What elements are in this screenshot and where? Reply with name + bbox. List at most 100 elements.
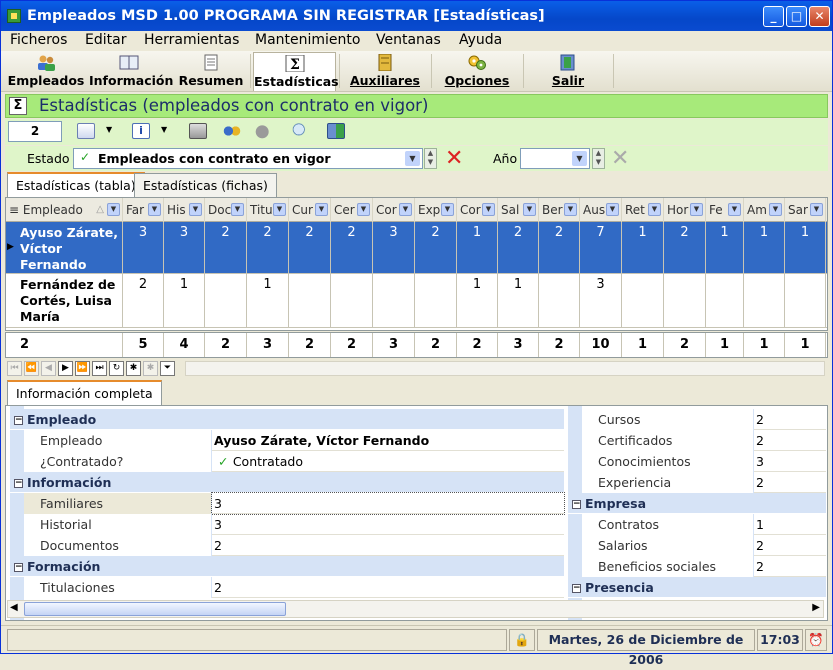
column-header[interactable]: Fe ▼ xyxy=(706,198,744,222)
property-row[interactable]: Experiencia 2 xyxy=(582,472,826,493)
property-row[interactable]: Salarios 2 xyxy=(582,535,826,556)
property-row[interactable]: Empleado Ayuso Zárate, Víctor Fernando xyxy=(24,430,564,451)
property-row[interactable]: Familiares 3 xyxy=(24,492,565,515)
chevron-down-icon[interactable]: ▼ xyxy=(273,203,286,216)
prev-page-icon[interactable]: ⏪ xyxy=(24,361,39,376)
table-cell[interactable]: 3 xyxy=(164,222,205,273)
table-cell[interactable]: 1 xyxy=(622,222,664,273)
property-category[interactable]: − Empleado xyxy=(10,409,564,430)
property-value-cell[interactable]: 2 xyxy=(754,556,826,577)
table-row[interactable]: ▶ Ayuso Zárate, Víctor Fernando 3 3 2 2 2 2 3 2 1 2… xyxy=(6,222,827,274)
chevron-down-icon[interactable]: ▼ xyxy=(399,203,412,216)
cell-empleado[interactable]: Ayuso Zárate, Víctor Fernando xyxy=(17,222,123,273)
chevron-down-icon[interactable]: ▼ xyxy=(769,203,782,216)
chevron-down-icon[interactable]: ▼ xyxy=(189,203,202,216)
property-row[interactable]: Contratos 1 xyxy=(582,514,826,535)
table-cell[interactable] xyxy=(706,274,744,327)
menu-ventanas[interactable]: Ventanas xyxy=(376,31,441,51)
table-cell[interactable] xyxy=(289,274,331,327)
table-cell[interactable]: 3 xyxy=(123,222,164,273)
table-cell[interactable] xyxy=(415,274,457,327)
cell-empleado[interactable]: Fernández de Cortés, Luisa María xyxy=(17,274,123,327)
column-header[interactable]: Ber ▼ xyxy=(539,198,580,222)
column-header[interactable]: Cur ▼ xyxy=(289,198,331,222)
column-header[interactable]: Ret ▼ xyxy=(622,198,664,222)
last-record-icon[interactable]: ⏭ xyxy=(92,361,107,376)
toolbar-estadisticas-button[interactable]: Σ Estadísticas xyxy=(253,52,339,91)
chevron-down-icon[interactable]: ▼ xyxy=(161,125,167,134)
prev-record-icon[interactable]: ◀ xyxy=(41,361,56,376)
property-category[interactable]: − Empresa xyxy=(568,493,826,514)
table-cell[interactable]: 2 xyxy=(289,222,331,273)
column-header[interactable]: Cor ▼ xyxy=(373,198,415,222)
property-value-cell[interactable]: 3 xyxy=(212,514,564,535)
scroll-right-icon[interactable]: ▶ xyxy=(812,602,820,613)
chevron-down-icon[interactable]: ▼ xyxy=(107,203,120,216)
print-icon[interactable] xyxy=(189,123,207,139)
property-value-cell[interactable]: 1 xyxy=(754,514,826,535)
chevron-down-icon[interactable]: ▼ xyxy=(564,203,577,216)
property-value-cell[interactable]: 3 xyxy=(754,451,826,472)
table-cell[interactable] xyxy=(664,274,706,327)
info-icon[interactable]: i xyxy=(132,123,150,139)
search-icon[interactable] xyxy=(288,123,306,139)
property-value-cell[interactable]: Ayuso Zárate, Víctor Fernando xyxy=(212,430,564,451)
table-cell[interactable]: 7 xyxy=(580,222,622,273)
column-header[interactable]: Sar ▼ xyxy=(785,198,826,222)
column-header[interactable]: Sal ▼ xyxy=(498,198,539,222)
property-category[interactable]: − Información xyxy=(10,472,564,493)
menu-editar[interactable]: Editar xyxy=(85,31,126,51)
chevron-down-icon[interactable]: ▼ xyxy=(572,151,587,166)
maximize-button[interactable]: □ xyxy=(786,6,807,27)
chevron-down-icon[interactable]: ▼ xyxy=(810,203,823,216)
property-value-cell[interactable]: 2 xyxy=(754,430,826,451)
property-row[interactable]: Certificados 2 xyxy=(582,430,826,451)
property-row[interactable]: Historial 3 xyxy=(24,514,564,535)
toolbar-opciones-button[interactable]: Opciones xyxy=(437,52,517,91)
property-row[interactable]: Documentos 2 xyxy=(24,535,564,556)
sort-icon[interactable]: △ xyxy=(96,198,104,222)
toolbar-empleados-button[interactable]: Empleados xyxy=(7,52,85,91)
minimize-button[interactable]: _ xyxy=(763,6,784,27)
table-cell[interactable]: 2 xyxy=(498,222,539,273)
property-row[interactable]: Titulaciones 2 xyxy=(24,577,564,598)
chevron-down-icon[interactable]: ▼ xyxy=(106,125,112,134)
detail-horizontal-scrollbar[interactable]: ◀ ▶ xyxy=(7,600,824,618)
anio-spinner[interactable]: ▲ ▼ xyxy=(592,148,605,169)
chevron-down-icon[interactable]: ▼ xyxy=(728,203,741,216)
collapse-icon[interactable]: − xyxy=(14,416,23,425)
collapse-icon[interactable]: − xyxy=(572,584,581,593)
column-header[interactable]: Exp ▼ xyxy=(415,198,457,222)
table-cell[interactable] xyxy=(331,274,373,327)
table-cell[interactable]: 3 xyxy=(373,222,415,273)
next-page-icon[interactable]: ⏩ xyxy=(75,361,90,376)
collapse-icon[interactable]: − xyxy=(14,479,23,488)
chevron-down-icon[interactable]: ▼ xyxy=(523,203,536,216)
scroll-thumb[interactable] xyxy=(24,602,286,616)
property-value-cell[interactable]: 2 xyxy=(212,535,564,556)
cloud-icon[interactable] xyxy=(255,123,273,139)
clear-filter-icon[interactable]: ✕ xyxy=(445,148,463,170)
chevron-down-icon[interactable]: ▼ xyxy=(441,203,454,216)
estado-spinner[interactable]: ▲ ▼ xyxy=(424,148,437,169)
filter-icon[interactable]: ⏷ xyxy=(160,361,175,376)
property-value-cell[interactable]: 2 xyxy=(754,409,826,430)
first-record-icon[interactable]: ⏮ xyxy=(7,361,22,376)
collapse-icon[interactable]: − xyxy=(14,563,23,572)
column-header[interactable]: Titu ▼ xyxy=(247,198,289,222)
property-category[interactable]: − Presencia xyxy=(568,577,826,598)
table-cell[interactable] xyxy=(373,274,415,327)
column-header-empleado[interactable]: ≡ Empleado △ ▼ xyxy=(6,198,123,222)
column-header[interactable]: Aus ▼ xyxy=(580,198,622,222)
menu-ayuda[interactable]: Ayuda xyxy=(459,31,502,51)
property-row[interactable]: Cursos 2 xyxy=(582,409,826,430)
column-header[interactable]: His ▼ xyxy=(164,198,205,222)
property-row[interactable]: Conocimientos 3 xyxy=(582,451,826,472)
collapse-icon[interactable]: − xyxy=(572,500,581,509)
table-cell[interactable]: 3 xyxy=(580,274,622,327)
table-cell[interactable] xyxy=(785,274,826,327)
table-cell[interactable] xyxy=(622,274,664,327)
table-cell[interactable]: 2 xyxy=(331,222,373,273)
column-header[interactable]: Hor ▼ xyxy=(664,198,706,222)
table-cell[interactable]: 2 xyxy=(539,222,580,273)
